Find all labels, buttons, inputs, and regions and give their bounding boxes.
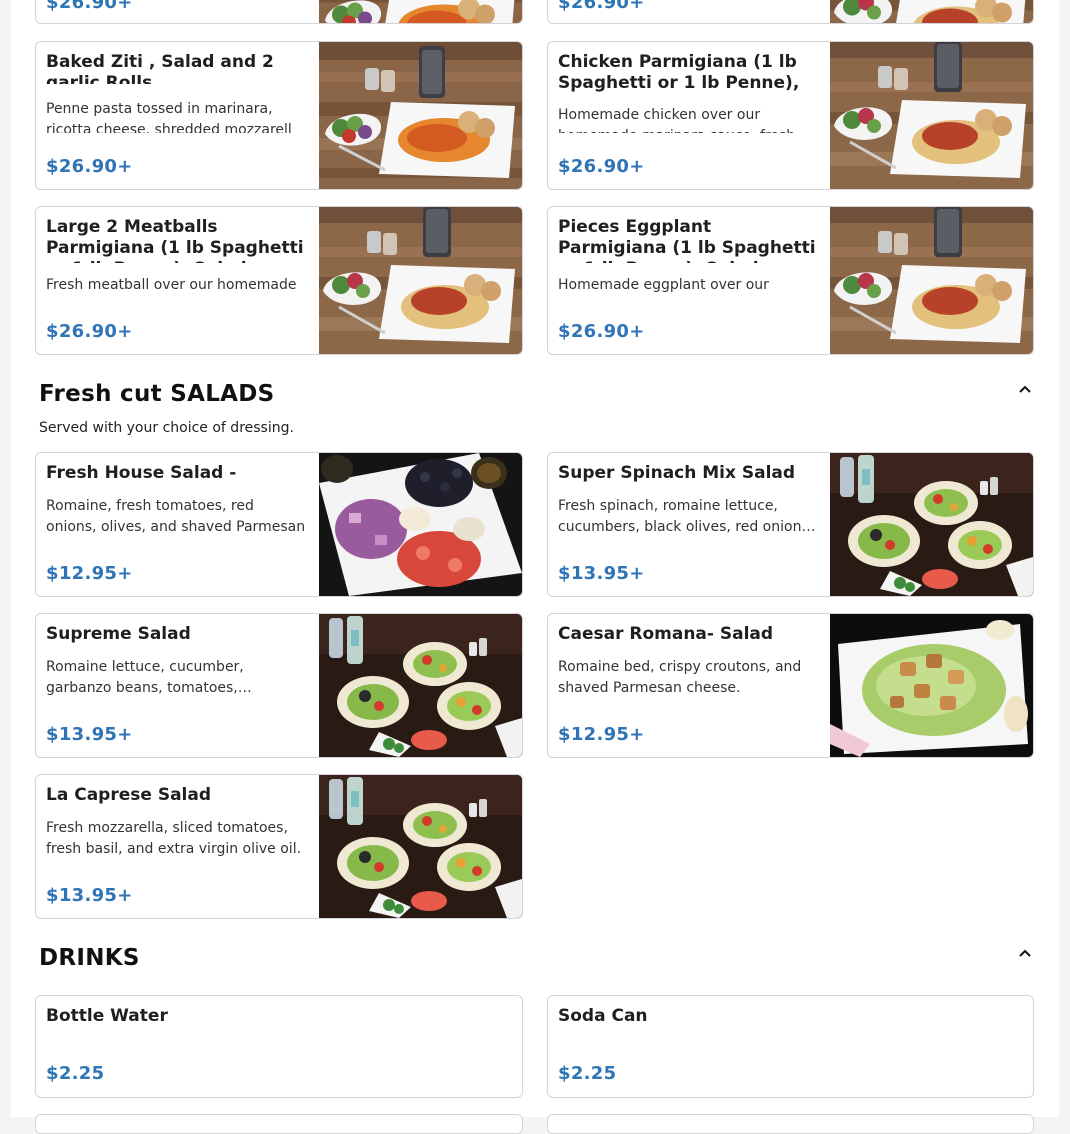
menu-item-card[interactable]: $26.90+: [35, 0, 523, 24]
section-title-drinks: DRINKS: [39, 945, 140, 971]
chevron-up-icon[interactable]: [1017, 945, 1033, 961]
item-title: Soda Can: [558, 1006, 648, 1026]
salad-plates-photo: [319, 775, 522, 918]
pasta-plate-photo: [319, 42, 522, 189]
menu-item-card[interactable]: $26.90+: [547, 0, 1034, 24]
menu-item-spinach-salad[interactable]: Super Spinach Mix Salad Fresh spinach, r…: [547, 452, 1034, 597]
item-title: Large 2 Meatballs Parmigiana (1 lb Spagh…: [46, 217, 304, 263]
item-description: Homemade eggplant over our: [558, 277, 769, 293]
item-title: Pieces Eggplant Parmigiana (1 lb Spaghet…: [558, 217, 816, 263]
meatball-parm-photo: [319, 207, 522, 354]
caesar-salad-photo: [830, 614, 1033, 757]
section-subtitle-salads: Served with your choice of dressing.: [39, 420, 294, 436]
salad-plates-photo: [830, 453, 1033, 596]
item-description: Homemade chicken over our homemade marin…: [558, 107, 795, 133]
salad-plates-photo: [319, 614, 522, 757]
item-price: $26.90+: [46, 156, 133, 177]
menu-item-chicken-parmigiana[interactable]: Chicken Parmigiana (1 lb Spaghetti or 1 …: [547, 41, 1034, 190]
item-price: $13.95+: [46, 724, 133, 745]
menu-item-caprese-salad[interactable]: La Caprese Salad Fresh mozzarella, slice…: [35, 774, 523, 919]
menu-item-card[interactable]: [35, 1114, 523, 1134]
eggplant-parm-photo: [830, 207, 1033, 354]
menu-item-caesar-salad[interactable]: Caesar Romana- Salad Romaine bed, crispy…: [547, 613, 1034, 758]
menu-item-soda-can[interactable]: Soda Can $2.25: [547, 995, 1034, 1098]
item-title: Supreme Salad: [46, 624, 191, 644]
menu-item-card[interactable]: [547, 1114, 1034, 1134]
chicken-parm-photo: [830, 42, 1033, 189]
menu-item-baked-ziti[interactable]: Baked Ziti , Salad and 2 garlic Rolls Pe…: [35, 41, 523, 190]
pasta-plate-photo: [319, 0, 522, 23]
item-price: $2.25: [46, 1063, 105, 1084]
menu-item-bottle-water[interactable]: Bottle Water $2.25: [35, 995, 523, 1098]
menu-item-meatballs-parmigiana[interactable]: Large 2 Meatballs Parmigiana (1 lb Spagh…: [35, 206, 523, 355]
item-price: $12.95+: [46, 563, 133, 584]
item-description: Romaine bed, crispy croutons, and shaved…: [558, 659, 802, 696]
item-title: Caesar Romana- Salad: [558, 624, 774, 644]
pasta-plate-photo: [830, 0, 1033, 23]
item-title: Fresh House Salad - Classic: [46, 463, 237, 485]
item-description: Romaine lettuce, cucumber, garbanzo bean…: [46, 659, 252, 696]
item-price: $26.90+: [46, 321, 133, 342]
item-price: $13.95+: [46, 885, 133, 906]
item-description: Penne pasta tossed in marinara, ricotta …: [46, 101, 292, 133]
item-price: $13.95+: [558, 563, 645, 584]
item-price: $2.25: [558, 1063, 617, 1084]
item-description: Fresh mozzarella, sliced tomatoes, fresh…: [46, 820, 302, 857]
item-price: $12.95+: [558, 724, 645, 745]
item-price: $26.90+: [46, 0, 133, 13]
item-description: Fresh meatball over our homemade: [46, 277, 297, 293]
house-salad-photo: [319, 453, 522, 596]
menu-item-eggplant-parmigiana[interactable]: Pieces Eggplant Parmigiana (1 lb Spaghet…: [547, 206, 1034, 355]
item-price: $26.90+: [558, 321, 645, 342]
item-title: Baked Ziti , Salad and 2 garlic Rolls: [46, 52, 274, 84]
item-price: $26.90+: [558, 0, 645, 13]
menu-item-supreme-salad[interactable]: Supreme Salad Romaine lettuce, cucumber,…: [35, 613, 523, 758]
menu-page: $26.90+ $26.90+ Baked Ziti , Salad and 2…: [11, 0, 1059, 1134]
item-title: Chicken Parmigiana (1 lb Spaghetti or 1 …: [558, 52, 800, 93]
section-title-salads: Fresh cut SALADS: [39, 381, 275, 407]
item-title: La Caprese Salad: [46, 785, 212, 805]
item-title: Bottle Water: [46, 1006, 168, 1026]
item-description: Fresh spinach, romaine lettuce, cucumber…: [558, 498, 816, 535]
item-title: Super Spinach Mix Salad: [558, 463, 796, 483]
menu-item-house-salad[interactable]: Fresh House Salad - Classic Romaine, fre…: [35, 452, 523, 597]
item-description: Romaine, fresh tomatoes, red onions, oli…: [46, 498, 306, 535]
chevron-up-icon[interactable]: [1017, 381, 1033, 397]
item-price: $26.90+: [558, 156, 645, 177]
